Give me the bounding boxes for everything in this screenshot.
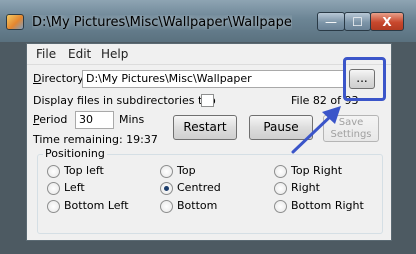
annotation-arrow	[291, 106, 341, 154]
